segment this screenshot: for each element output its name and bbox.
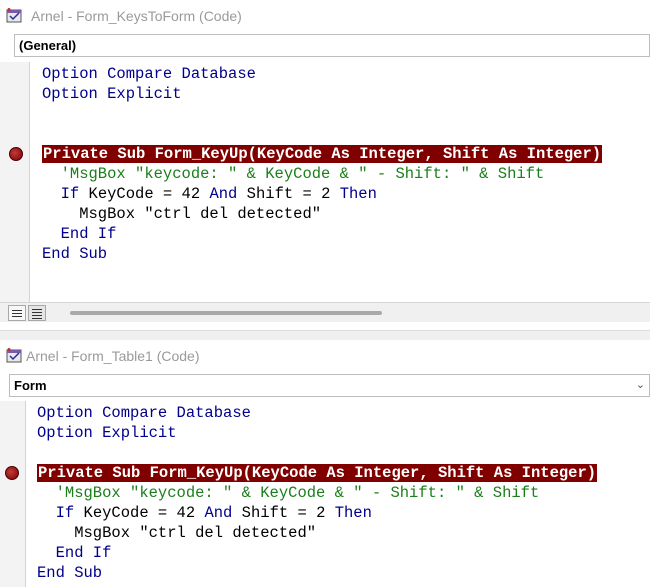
keyword-token: Option Explicit bbox=[42, 85, 182, 103]
keyword-token: Option Compare Database bbox=[37, 404, 251, 422]
code-editor[interactable]: Option Compare Database Option Explicit Pr… bbox=[27, 401, 650, 587]
keyword-token: End If bbox=[37, 544, 112, 562]
margin-indicator-bar[interactable] bbox=[0, 401, 26, 587]
code-editor[interactable]: Option Compare Database Option Explicit Pr… bbox=[31, 62, 650, 302]
vba-module-icon bbox=[6, 348, 22, 363]
keyword-token: Option Compare Database bbox=[42, 65, 256, 83]
breakpoint-icon[interactable] bbox=[5, 466, 19, 480]
horizontal-scroll-thumb[interactable] bbox=[70, 311, 382, 315]
keyword-token: Then bbox=[339, 185, 377, 203]
window-title: Arnel - Form_KeysToForm (Code) bbox=[31, 8, 242, 24]
full-module-view-button[interactable] bbox=[28, 305, 46, 321]
object-dropdown-value: Form bbox=[14, 378, 47, 393]
code-token: KeyCode = 42 bbox=[74, 504, 205, 522]
code-line[interactable]: 'MsgBox "keycode: " & KeyCode & " - Shif… bbox=[42, 164, 545, 184]
code-line[interactable]: End Sub bbox=[42, 244, 107, 264]
code-line[interactable]: Option Explicit bbox=[37, 423, 177, 443]
code-line[interactable]: End Sub bbox=[37, 563, 102, 583]
code-line[interactable]: MsgBox "ctrl del detected" bbox=[42, 204, 321, 224]
title-bar[interactable]: Arnel - Form_KeysToForm (Code) bbox=[0, 0, 650, 30]
object-dropdown-value: (General) bbox=[19, 38, 77, 53]
comment-token: 'MsgBox "keycode: " & KeyCode & " - Shif… bbox=[42, 165, 545, 183]
object-dropdown[interactable]: (General) bbox=[14, 34, 650, 57]
code-token: KeyCode = 42 bbox=[79, 185, 210, 203]
code-line[interactable]: End If bbox=[37, 543, 112, 563]
code-line-breakpoint[interactable]: Private Sub Form_KeyUp(KeyCode As Intege… bbox=[42, 144, 603, 164]
keyword-token: And bbox=[209, 185, 238, 203]
code-line[interactable]: End If bbox=[42, 224, 117, 244]
comment-token: 'MsgBox "keycode: " & KeyCode & " - Shif… bbox=[37, 484, 540, 502]
breakpoint-highlight: Private Sub Form_KeyUp(KeyCode As Intege… bbox=[42, 145, 603, 163]
margin-indicator-bar[interactable] bbox=[0, 62, 30, 302]
keyword-token: End Sub bbox=[37, 564, 103, 582]
breakpoint-highlight: Private Sub Form_KeyUp(KeyCode As Intege… bbox=[37, 464, 598, 482]
code-window-table1: Arnel - Form_Table1 (Code) Form ⌄ Option… bbox=[0, 340, 650, 587]
chevron-down-icon: ⌄ bbox=[635, 379, 645, 391]
code-line[interactable]: If KeyCode = 42 And Shift = 2 Then bbox=[42, 184, 377, 204]
code-token: MsgBox "ctrl del detected" bbox=[42, 205, 322, 223]
keyword-token: End Sub bbox=[42, 245, 108, 263]
title-bar[interactable]: Arnel - Form_Table1 (Code) bbox=[0, 340, 650, 370]
code-line-breakpoint[interactable]: Private Sub Form_KeyUp(KeyCode As Intege… bbox=[37, 463, 598, 483]
object-dropdown[interactable]: Form ⌄ bbox=[9, 374, 650, 397]
code-line[interactable]: 'MsgBox "keycode: " & KeyCode & " - Shif… bbox=[37, 483, 540, 503]
code-window-keystoform: Arnel - Form_KeysToForm (Code) (General)… bbox=[0, 0, 650, 330]
code-token: Shift = 2 bbox=[237, 185, 340, 203]
breakpoint-icon[interactable] bbox=[9, 147, 23, 161]
keyword-token: If bbox=[60, 185, 80, 203]
horizontal-scrollbar-area bbox=[0, 302, 650, 322]
keyword-token: If bbox=[55, 504, 75, 522]
code-token: Shift = 2 bbox=[232, 504, 335, 522]
vba-module-icon bbox=[6, 8, 22, 23]
keyword-token: End If bbox=[42, 225, 117, 243]
keyword-token: And bbox=[204, 504, 233, 522]
keyword-token: Then bbox=[334, 504, 372, 522]
window-title: Arnel - Form_Table1 (Code) bbox=[26, 348, 200, 364]
procedure-view-button[interactable] bbox=[8, 305, 26, 321]
window-separator bbox=[0, 330, 650, 340]
code-line[interactable]: MsgBox "ctrl del detected" bbox=[37, 523, 316, 543]
keyword-token: Option Explicit bbox=[37, 424, 177, 442]
code-line[interactable]: Option Compare Database bbox=[37, 403, 251, 423]
code-line[interactable]: If KeyCode = 42 And Shift = 2 Then bbox=[37, 503, 372, 523]
code-token: MsgBox "ctrl del detected" bbox=[37, 524, 317, 542]
code-line[interactable]: Option Explicit bbox=[42, 84, 182, 104]
code-line[interactable]: Option Compare Database bbox=[42, 64, 256, 84]
